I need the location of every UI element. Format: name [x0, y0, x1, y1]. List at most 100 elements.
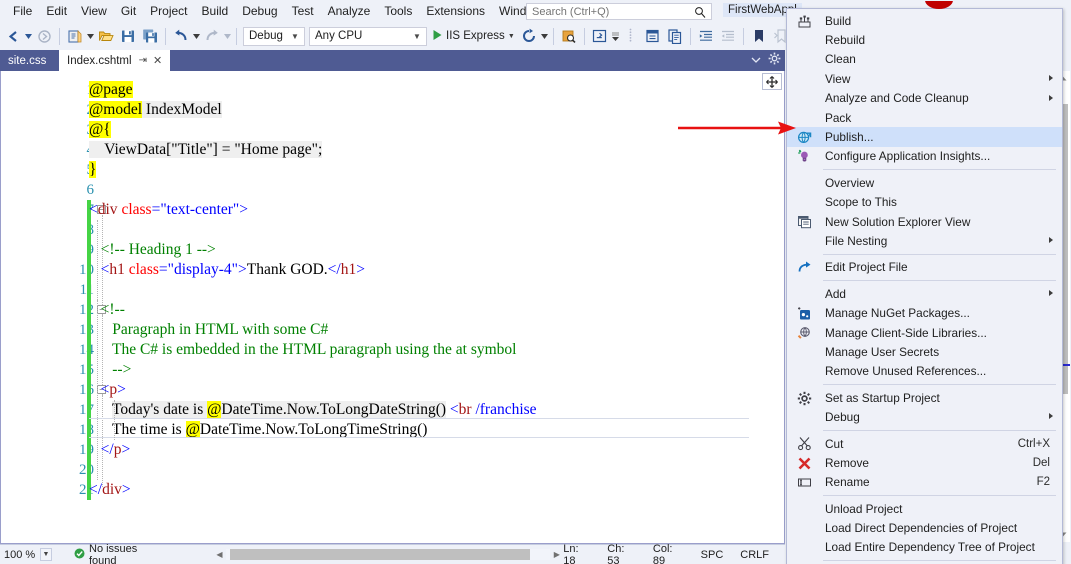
start-debug-button[interactable]: IIS Express ▼	[429, 25, 518, 47]
menu-build[interactable]: Build	[195, 1, 236, 22]
code-line[interactable]: <h1 class="display-4">Thank GOD.</h1>	[89, 260, 365, 280]
menu-project[interactable]: Project	[143, 1, 194, 22]
new-project-icon[interactable]	[64, 25, 86, 47]
scroll-left-arrow-icon[interactable]: ◀	[213, 550, 226, 559]
zoom-control[interactable]: 100 % ▼	[4, 548, 52, 561]
context-menu-item-cut[interactable]: Cut Ctrl+X	[787, 434, 1062, 453]
context-menu-item-add[interactable]: Add	[787, 284, 1062, 303]
save-icon[interactable]	[117, 25, 139, 47]
hscrollbar-thumb[interactable]	[229, 549, 530, 560]
context-menu-item-build[interactable]: Build	[787, 11, 1062, 30]
menu-git[interactable]: Git	[114, 1, 143, 22]
undo-dropdown-icon[interactable]	[192, 25, 201, 47]
properties-window-icon[interactable]	[642, 25, 664, 47]
editor-horizontal-scrollbar[interactable]: ◀ ▶	[213, 548, 563, 561]
menu-file[interactable]: File	[6, 1, 39, 22]
code-line[interactable]: @{	[89, 120, 111, 140]
context-menu-item-unload-project[interactable]: Unload Project	[787, 499, 1062, 518]
menu-edit[interactable]: Edit	[39, 1, 74, 22]
context-menu-item-pack[interactable]: Pack	[787, 108, 1062, 127]
code-line[interactable]: </div>	[89, 480, 131, 500]
solution-platform-combo[interactable]: Any CPU ▼	[309, 26, 427, 46]
new-project-dropdown-icon[interactable]	[86, 25, 95, 47]
code-line[interactable]: -->	[89, 360, 131, 380]
code-line[interactable]: Paragraph in HTML with some C#	[89, 320, 328, 340]
redo-dropdown-icon[interactable]	[223, 25, 232, 47]
find-in-files-icon[interactable]	[558, 25, 580, 47]
menu-tools[interactable]: Tools	[377, 1, 419, 22]
context-menu-item-clean[interactable]: Clean	[787, 50, 1062, 69]
scroll-right-arrow-icon[interactable]: ▶	[550, 550, 563, 559]
context-menu-item-remove-unused-references[interactable]: Remove Unused References...	[787, 362, 1062, 381]
code-line[interactable]: <div class="text-center">	[89, 200, 248, 220]
solution-explorer-dropdown-icon[interactable]	[611, 25, 620, 47]
bookmark-icon[interactable]	[748, 25, 770, 47]
hot-reload-icon[interactable]	[518, 25, 540, 47]
context-menu-item-load-direct-dependencies-of-project[interactable]: Load Direct Dependencies of Project	[787, 518, 1062, 537]
solution-configuration-combo[interactable]: Debug ▼	[243, 26, 305, 46]
code-line[interactable]: @page	[89, 80, 133, 100]
close-icon[interactable]: ✕	[153, 54, 162, 67]
context-menu-item-new-solution-explorer-view[interactable]: New Solution Explorer View	[787, 212, 1062, 231]
context-menu-item-remove[interactable]: Remove Del	[787, 453, 1062, 472]
menu-extensions[interactable]: Extensions	[419, 1, 492, 22]
menu-test[interactable]: Test	[285, 1, 321, 22]
context-menu-item-publish[interactable]: Publish...	[787, 127, 1062, 147]
outdent-icon[interactable]	[717, 25, 739, 47]
solution-explorer-icon[interactable]	[589, 25, 611, 47]
code-line[interactable]: ViewData["Title"] = "Home page";	[89, 140, 323, 160]
context-menu-item-set-as-startup-project[interactable]: Set as Startup Project	[787, 388, 1062, 407]
menu-analyze[interactable]: Analyze	[321, 1, 378, 22]
code-line[interactable]: The C# is embedded in the HTML paragraph…	[89, 340, 517, 360]
issues-indicator[interactable]: No issues found	[74, 543, 163, 564]
code-line[interactable]: <p>	[89, 380, 126, 400]
status-line-ending[interactable]: CRLF	[740, 549, 769, 561]
code-text-area[interactable]: @page @model IndexModel @{ ViewData["Title…	[89, 71, 749, 542]
code-line[interactable]: @model IndexModel	[89, 100, 222, 120]
context-menu-item-file-nesting[interactable]: File Nesting	[787, 231, 1062, 250]
status-indentation[interactable]: SPC	[701, 549, 724, 561]
context-menu-item-load-entire-dependency-tree-of-project[interactable]: Load Entire Dependency Tree of Project	[787, 538, 1062, 557]
chevron-down-icon[interactable]	[751, 53, 761, 67]
code-editor[interactable]: 123456789101112131415161718192021 −−− @p…	[1, 71, 784, 542]
hot-reload-dropdown-icon[interactable]	[540, 25, 549, 47]
pin-icon[interactable]: ⇥	[139, 55, 147, 66]
chevron-down-icon[interactable]: ▼	[40, 548, 52, 561]
code-line[interactable]: }	[89, 160, 97, 180]
code-line[interactable]: </p>	[89, 440, 131, 460]
tab-site-css[interactable]: site.css	[0, 50, 55, 71]
code-line[interactable]: Today's date is @DateTime.Now.ToLongDate…	[89, 400, 537, 420]
search-box[interactable]	[526, 3, 712, 20]
context-menu-item-view[interactable]: View	[787, 69, 1062, 88]
context-menu-item-manage-user-secrets[interactable]: Manage User Secrets	[787, 342, 1062, 361]
redo-icon[interactable]	[201, 25, 223, 47]
context-menu-item-manage-client-side-libraries[interactable]: Manage Client-Side Libraries...	[787, 323, 1062, 342]
context-menu-item-analyze-and-code-cleanup[interactable]: Analyze and Code Cleanup	[787, 89, 1062, 108]
project-context-menu[interactable]: Build Rebuild Clean View Analyze and Code Cl…	[786, 8, 1063, 564]
context-menu-item-scope-to-this[interactable]: Scope to This	[787, 193, 1062, 212]
menu-view[interactable]: View	[74, 1, 114, 22]
context-menu-item-configure-application-insights[interactable]: Configure Application Insights...	[787, 147, 1062, 166]
save-all-icon[interactable]	[139, 25, 161, 47]
code-line[interactable]: <!-- Heading 1 -->	[89, 240, 216, 260]
back-nav-icon[interactable]	[2, 25, 24, 47]
context-menu-item-rename[interactable]: Rename F2	[787, 473, 1062, 492]
chevron-down-icon[interactable]: ▼	[508, 33, 515, 40]
code-line[interactable]: <!--	[89, 300, 125, 320]
toolbox-icon[interactable]	[664, 25, 686, 47]
menu-debug[interactable]: Debug	[235, 1, 284, 22]
context-menu-item-debug[interactable]: Debug	[787, 407, 1062, 426]
indent-icon[interactable]	[695, 25, 717, 47]
gear-icon[interactable]	[768, 52, 781, 68]
search-input[interactable]	[532, 5, 692, 18]
hscrollbar-track[interactable]	[225, 549, 551, 560]
split-view-icon[interactable]	[762, 73, 782, 90]
context-menu-item-manage-nuget-packages[interactable]: Manage NuGet Packages...	[787, 303, 1062, 322]
context-menu-item-overview[interactable]: Overview	[787, 173, 1062, 192]
tab-index-cshtml[interactable]: Index.cshtml ⇥ ✕	[59, 50, 171, 71]
context-menu-item-rebuild[interactable]: Rebuild	[787, 30, 1062, 49]
open-file-icon[interactable]	[95, 25, 117, 47]
undo-icon[interactable]	[170, 25, 192, 47]
context-menu-item-edit-project-file[interactable]: Edit Project File	[787, 258, 1062, 277]
forward-nav-icon[interactable]	[33, 25, 55, 47]
